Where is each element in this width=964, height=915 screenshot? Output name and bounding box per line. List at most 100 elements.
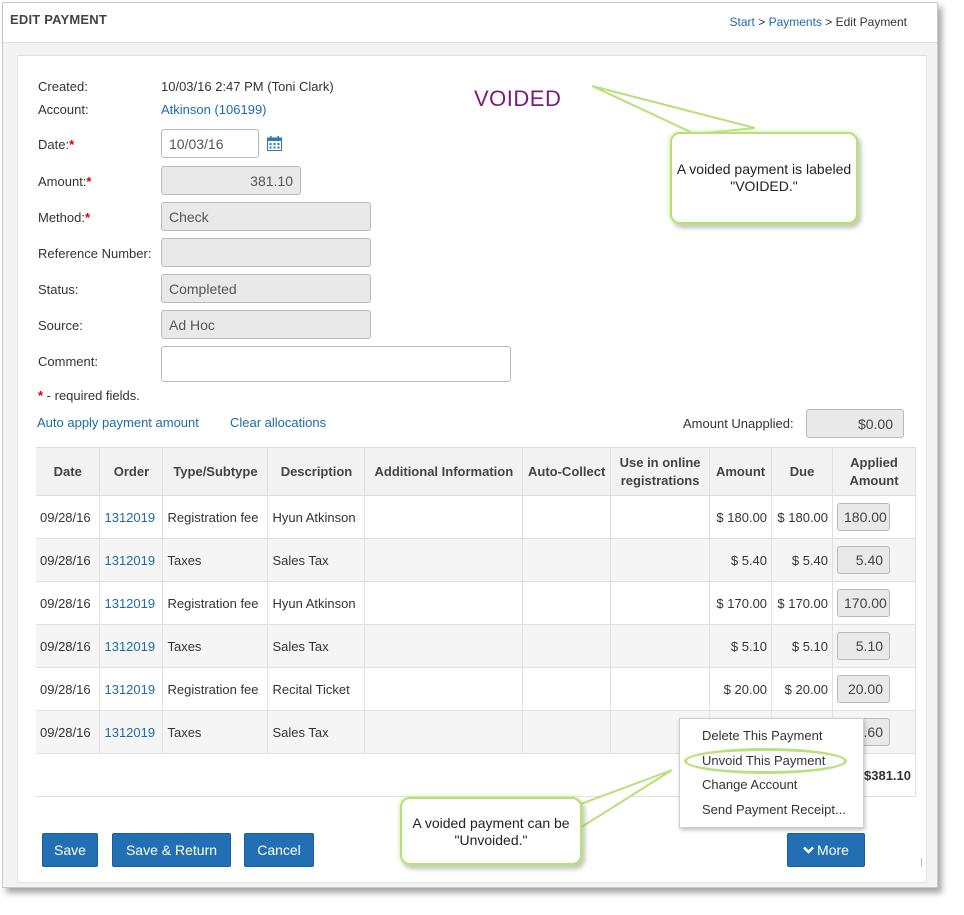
table-header-row: Date Order Type/Subtype Description Addi… [36, 447, 916, 496]
cell-description: Sales Tax [267, 710, 366, 754]
created-value: 10/03/16 2:47 PM (Toni Clark) [161, 79, 334, 94]
cell-additional-info [364, 581, 524, 625]
menu-item-unvoid-payment[interactable]: Unvoid This Payment [702, 753, 825, 768]
col-type: Type/Subtype [162, 447, 269, 496]
cell-additional-info [364, 667, 524, 711]
applied-amount-field: 180.00 [837, 503, 891, 531]
resize-grip [921, 858, 922, 867]
cell-additional-info [364, 538, 524, 582]
cell-date: 09/28/16 [36, 581, 101, 625]
menu-item-delete-payment[interactable]: Delete This Payment [702, 728, 822, 743]
cell-date: 09/28/16 [36, 538, 101, 582]
amount-label: Amount:* [38, 174, 92, 189]
cell-auto-collect [522, 538, 612, 582]
calendar-icon[interactable] [267, 136, 282, 151]
clear-allocations-link[interactable]: Clear allocations [230, 415, 326, 430]
voided-status-label: VOIDED [474, 86, 562, 111]
col-amount: Amount [709, 447, 773, 496]
table-row: 09/28/16 1312019 Registration fee Hyun A… [36, 581, 916, 625]
breadcrumb-separator: > [754, 15, 769, 29]
created-label: Created: [38, 79, 88, 94]
reference-number-label: Reference Number: [38, 246, 152, 261]
cell-due: $ 20.00 [771, 667, 834, 711]
cell-online-registrations [610, 581, 711, 625]
source-field: Ad Hoc [161, 310, 371, 339]
account-link[interactable]: Atkinson (106199) [161, 102, 267, 117]
cell-description: Sales Tax [267, 624, 366, 668]
order-link[interactable]: 1312019 [99, 495, 164, 539]
required-star: * [69, 137, 75, 152]
cell-date: 09/28/16 [36, 667, 101, 711]
required-star: * [84, 210, 91, 225]
cell-description: Sales Tax [267, 538, 366, 582]
amount-field: 381.10 [161, 166, 301, 195]
more-dropdown-menu: Delete This Payment Unvoid This Payment … [679, 718, 864, 828]
cell-description: Hyun Atkinson [267, 581, 366, 625]
more-button[interactable]: More [787, 833, 865, 867]
order-link[interactable]: 1312019 [99, 624, 164, 668]
cell-applied: 180.00 [832, 495, 916, 539]
order-link[interactable]: 1312019 [99, 667, 164, 711]
col-auto-collect: Auto-Collect [522, 447, 612, 496]
reference-number-field [161, 238, 371, 267]
save-return-button[interactable]: Save & Return [112, 833, 231, 867]
cell-description: Hyun Atkinson [267, 495, 366, 539]
cell-amount: $ 180.00 [709, 495, 773, 539]
status-label: Status: [38, 282, 79, 297]
cell-type: Taxes [162, 624, 269, 668]
applied-amount-field: 5.10 [837, 632, 891, 660]
cell-additional-info [364, 495, 524, 539]
table-row: 09/28/16 1312019 Registration fee Hyun A… [36, 495, 916, 539]
cell-additional-info [364, 624, 524, 668]
date-input[interactable]: 10/03/16 [161, 129, 259, 158]
account-label: Account: [38, 102, 89, 117]
breadcrumb-separator: > [821, 15, 836, 29]
cell-due: $ 180.00 [771, 495, 834, 539]
table-row: 09/28/16 1312019 Taxes Sales Tax $ 5.40 … [36, 538, 916, 582]
required-star: * [86, 174, 92, 189]
amount-unapplied-label: Amount Unapplied: [683, 416, 794, 431]
callout-voided-note: A voided payment is labeled "VOIDED." [670, 132, 858, 224]
col-applied-amount: Applied Amount [832, 447, 916, 496]
method-label: Method:* [38, 210, 91, 225]
cell-auto-collect [522, 624, 612, 668]
col-description: Description [267, 447, 366, 496]
col-online-registrations: Use in online registrations [610, 447, 711, 496]
cell-type: Taxes [162, 710, 269, 754]
order-link[interactable]: 1312019 [99, 581, 164, 625]
applied-amount-field: 20.00 [837, 675, 891, 703]
callout-unvoid-note: A voided payment can be "Unvoided." [400, 797, 582, 865]
breadcrumb-current: Edit Payment [835, 15, 907, 29]
cell-amount: $ 170.00 [709, 581, 773, 625]
col-due: Due [771, 447, 834, 496]
date-label: Date:* [38, 137, 75, 152]
page-title: EDIT PAYMENT [10, 12, 108, 27]
cell-auto-collect [522, 581, 612, 625]
col-additional-info: Additional Information [364, 447, 524, 496]
cell-amount: $ 5.40 [709, 538, 773, 582]
status-field: Completed [161, 274, 371, 303]
cell-applied: 5.40 [832, 538, 916, 582]
save-button[interactable]: Save [42, 833, 98, 867]
cell-additional-info [364, 710, 524, 754]
cell-description: Recital Ticket [267, 667, 366, 711]
applied-amount-field: 5.40 [837, 546, 891, 574]
menu-item-change-account[interactable]: Change Account [702, 777, 797, 792]
cell-date: 09/28/16 [36, 495, 101, 539]
comment-textarea[interactable] [161, 346, 511, 382]
order-link[interactable]: 1312019 [99, 710, 164, 754]
breadcrumb-start-link[interactable]: Start [730, 15, 755, 29]
comment-label: Comment: [38, 354, 98, 369]
cell-date: 09/28/16 [36, 710, 101, 754]
cell-online-registrations [610, 495, 711, 539]
order-link[interactable]: 1312019 [99, 538, 164, 582]
chevron-down-icon [803, 846, 814, 854]
cell-due: $ 5.40 [771, 538, 834, 582]
menu-item-send-receipt[interactable]: Send Payment Receipt... [702, 802, 846, 817]
applied-amount-field: 170.00 [837, 589, 891, 617]
cancel-button[interactable]: Cancel [244, 833, 314, 867]
more-button-label: More [817, 842, 849, 858]
auto-apply-link[interactable]: Auto apply payment amount [37, 415, 199, 430]
breadcrumb-payments-link[interactable]: Payments [769, 15, 822, 29]
cell-applied: 170.00 [832, 581, 916, 625]
